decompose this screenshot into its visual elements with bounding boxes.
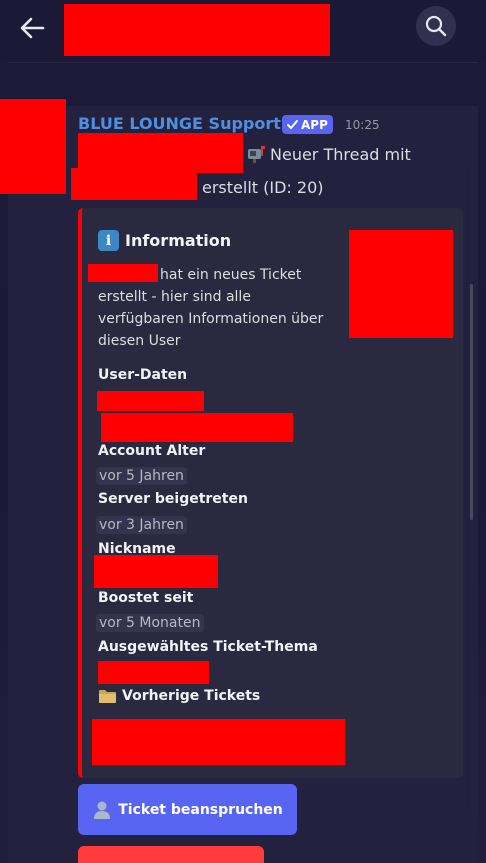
information-icon: i — [98, 230, 119, 251]
field-value-server-joined: vor 3 Jahren — [96, 516, 187, 534]
redacted-user-data — [101, 413, 293, 442]
redacted-thread-name — [71, 168, 197, 200]
embed-description-line: hat ein neues Ticket — [160, 267, 302, 283]
scroll-track — [466, 170, 469, 810]
field-name-account-age: Account Alter — [98, 443, 206, 459]
redacted-username — [88, 264, 158, 282]
redacted-user-data — [97, 391, 204, 411]
search-button[interactable] — [416, 6, 456, 46]
claim-ticket-label: Ticket beanspruchen — [118, 801, 283, 818]
user-icon — [94, 801, 111, 819]
checkmark-icon — [287, 119, 298, 129]
message-text-line1: Neuer Thread mit — [270, 145, 411, 164]
field-value-account-age: vor 5 Jahren — [96, 467, 187, 485]
field-name-boosted-since: Boostet seit — [98, 590, 194, 606]
back-button[interactable] — [14, 10, 50, 46]
embed-thumbnail[interactable] — [349, 230, 453, 338]
redacted-nickname — [94, 555, 218, 588]
redacted-ticket-topic — [98, 661, 209, 684]
message-author[interactable]: BLUE LOUNGE Support — [78, 114, 281, 133]
previous-tickets-label: Vorherige Tickets — [122, 688, 261, 704]
message-timestamp: 10:25 — [345, 118, 380, 132]
field-name-server-joined: Server beigetreten — [98, 491, 248, 507]
embed-title-text: Information — [125, 231, 232, 250]
arrow-left-icon — [20, 17, 45, 39]
claim-ticket-button[interactable]: Ticket beanspruchen — [78, 784, 297, 835]
scrollbar-thumb[interactable] — [470, 284, 473, 520]
previous-tickets-title: Vorherige Tickets — [98, 688, 260, 704]
close-ticket-button[interactable] — [78, 846, 264, 863]
embed-description-line: diesen User — [98, 333, 181, 349]
embed-description-line: verfügbaren Informationen über — [98, 311, 324, 327]
app-badge-label: APP — [301, 117, 328, 132]
embed-title: i Information — [98, 230, 231, 251]
field-value-boosted-since: vor 5 Monaten — [96, 614, 204, 632]
redacted-user-mention — [78, 133, 243, 173]
header-divider — [8, 62, 478, 63]
field-name-ticket-topic: Ausgewähltes Ticket-Thema — [98, 639, 318, 655]
redacted-previous-tickets — [92, 719, 345, 765]
app-badge: APP — [282, 115, 333, 134]
message-text-line2: erstellt (ID: 20) — [202, 178, 324, 197]
field-name-user-data: User-Daten — [98, 367, 188, 383]
redacted-channel-title — [64, 4, 330, 56]
search-icon — [425, 15, 447, 37]
avatar[interactable] — [0, 99, 66, 194]
folder-icon — [99, 690, 116, 703]
mailbox-icon — [248, 146, 265, 163]
embed-description-line: erstellt - hier sind alle — [98, 289, 251, 305]
